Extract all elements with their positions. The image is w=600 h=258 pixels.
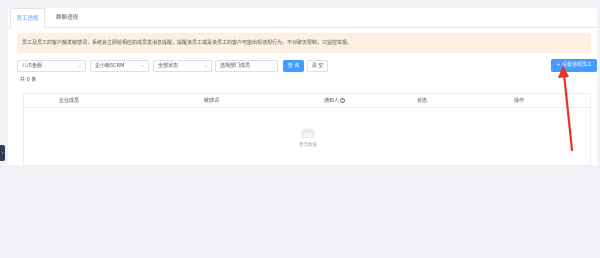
notice-banner: 员工及员工的客户触发敏感词，系统会立即给相应的成员发消息提醒，提醒该员工或是该员…: [17, 33, 591, 53]
tab-bar: 员工违规 群聊违规: [8, 8, 597, 29]
app-select-value: 企小鲸SCRM: [95, 63, 125, 69]
clear-button[interactable]: 清 空: [307, 60, 328, 72]
table-header: 企业成员 敏感词 通知人? 状态 操作: [24, 94, 590, 108]
column-header-status: 状态: [417, 98, 428, 104]
app-select[interactable]: 企小鲸SCRM ⌄: [90, 60, 149, 72]
tab-group-violation[interactable]: 群聊违规: [48, 8, 86, 28]
chevron-right-icon[interactable]: ›: [0, 145, 5, 161]
member-picker-value: 选择部门成员: [220, 63, 251, 69]
question-icon[interactable]: ?: [340, 98, 346, 103]
status-select-value: 全部状态: [158, 63, 179, 69]
empty-text: 暂无数据: [299, 143, 317, 148]
chevron-down-icon: ⌄: [140, 63, 145, 69]
column-header-notify-label: 通知人: [324, 98, 340, 104]
chevron-down-icon: ⌄: [77, 63, 82, 69]
total-count: 共 0 条: [20, 77, 37, 83]
column-header-notify: 通知人?: [324, 94, 346, 108]
empty-box-icon: [301, 128, 315, 138]
add-violation-employee-button[interactable]: + 设置违规员工: [551, 59, 597, 72]
status-select[interactable]: 全部状态 ⌄: [153, 60, 212, 72]
tab-employee-violation[interactable]: 员工违规: [10, 8, 45, 29]
column-header-member: 企业成员: [59, 98, 80, 104]
query-button[interactable]: 查 询: [283, 60, 304, 72]
org-select[interactable]: 八爪鱼服 ⌄: [17, 60, 86, 72]
org-select-value: 八爪鱼服: [22, 63, 43, 69]
chevron-down-icon: ⌄: [203, 63, 208, 69]
column-header-keyword: 敏感词: [204, 98, 220, 104]
main-card: 员工违规 群聊违规 员工及员工的客户触发敏感词，系统会立即给相应的成员发消息提醒…: [8, 8, 597, 166]
column-header-actions: 操作: [514, 98, 525, 104]
member-picker[interactable]: 选择部门成员: [215, 60, 278, 72]
violation-table: 企业成员 敏感词 通知人? 状态 操作 暂无数据: [23, 93, 591, 166]
